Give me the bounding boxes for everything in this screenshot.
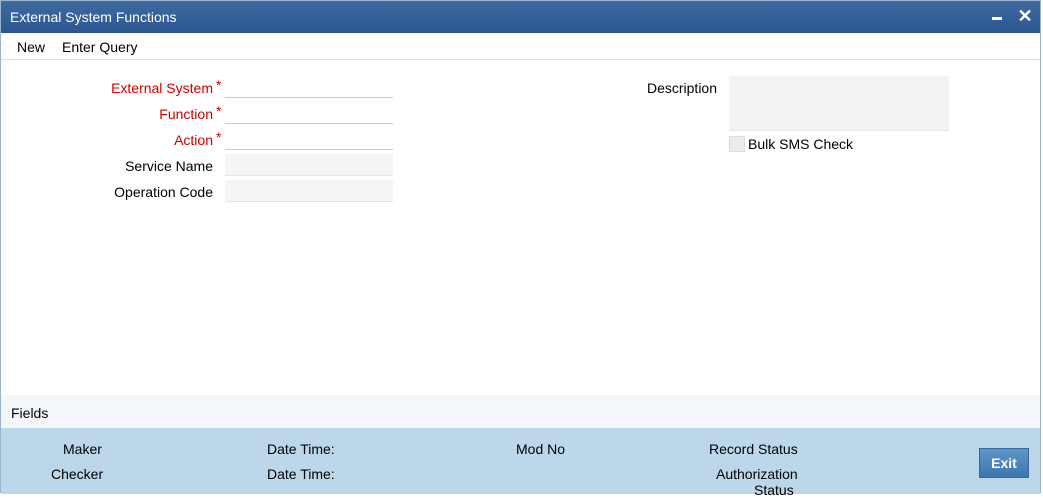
external-system-functions-window: External System Functions ✕ New Enter Qu… — [0, 0, 1041, 498]
close-icon: ✕ — [1017, 6, 1033, 26]
enter-query-button[interactable]: Enter Query — [62, 39, 137, 55]
title-bar: External System Functions ✕ — [1, 1, 1040, 33]
external-system-label: External System — [111, 80, 213, 96]
description-label: Description — [646, 80, 717, 96]
authorization-label: Authorization — [716, 466, 798, 482]
required-marker: * — [216, 77, 222, 93]
action-input[interactable] — [225, 128, 393, 150]
required-marker: * — [216, 129, 222, 145]
window-title: External System Functions — [10, 9, 177, 25]
checker-label: Checker — [51, 466, 104, 482]
fields-tab[interactable]: Fields — [11, 405, 48, 421]
external-system-input[interactable] — [225, 76, 393, 98]
minimize-icon — [992, 16, 1002, 20]
fields-bar: Fields — [1, 395, 1040, 428]
maker-date-time-label: Date Time: — [267, 441, 335, 457]
new-button[interactable]: New — [17, 39, 45, 55]
service-name-input[interactable] — [225, 154, 393, 176]
exit-button[interactable]: Exit — [979, 448, 1029, 478]
record-status-label: Record Status — [709, 441, 798, 457]
function-input[interactable] — [225, 102, 393, 124]
required-marker: * — [216, 103, 222, 119]
checker-date-time-label: Date Time: — [267, 466, 335, 482]
action-label: Action — [174, 132, 213, 148]
service-name-label: Service Name — [125, 158, 213, 174]
close-button[interactable]: ✕ — [1015, 6, 1035, 26]
function-label: Function — [159, 106, 213, 122]
description-textarea[interactable] — [729, 76, 949, 131]
operation-code-label: Operation Code — [114, 184, 213, 200]
operation-code-input[interactable] — [225, 180, 393, 202]
bulk-sms-checkbox[interactable] — [729, 136, 745, 152]
audit-panel: Maker Checker Date Time: Date Time: Mod … — [1, 428, 1040, 498]
authorization-status-label: Status — [754, 482, 794, 498]
toolbar: New Enter Query — [1, 33, 1040, 60]
minimize-button[interactable] — [987, 6, 1007, 26]
maker-label: Maker — [63, 441, 102, 457]
mod-no-label: Mod No — [516, 441, 566, 457]
bulk-sms-label: Bulk SMS Check — [748, 136, 854, 152]
